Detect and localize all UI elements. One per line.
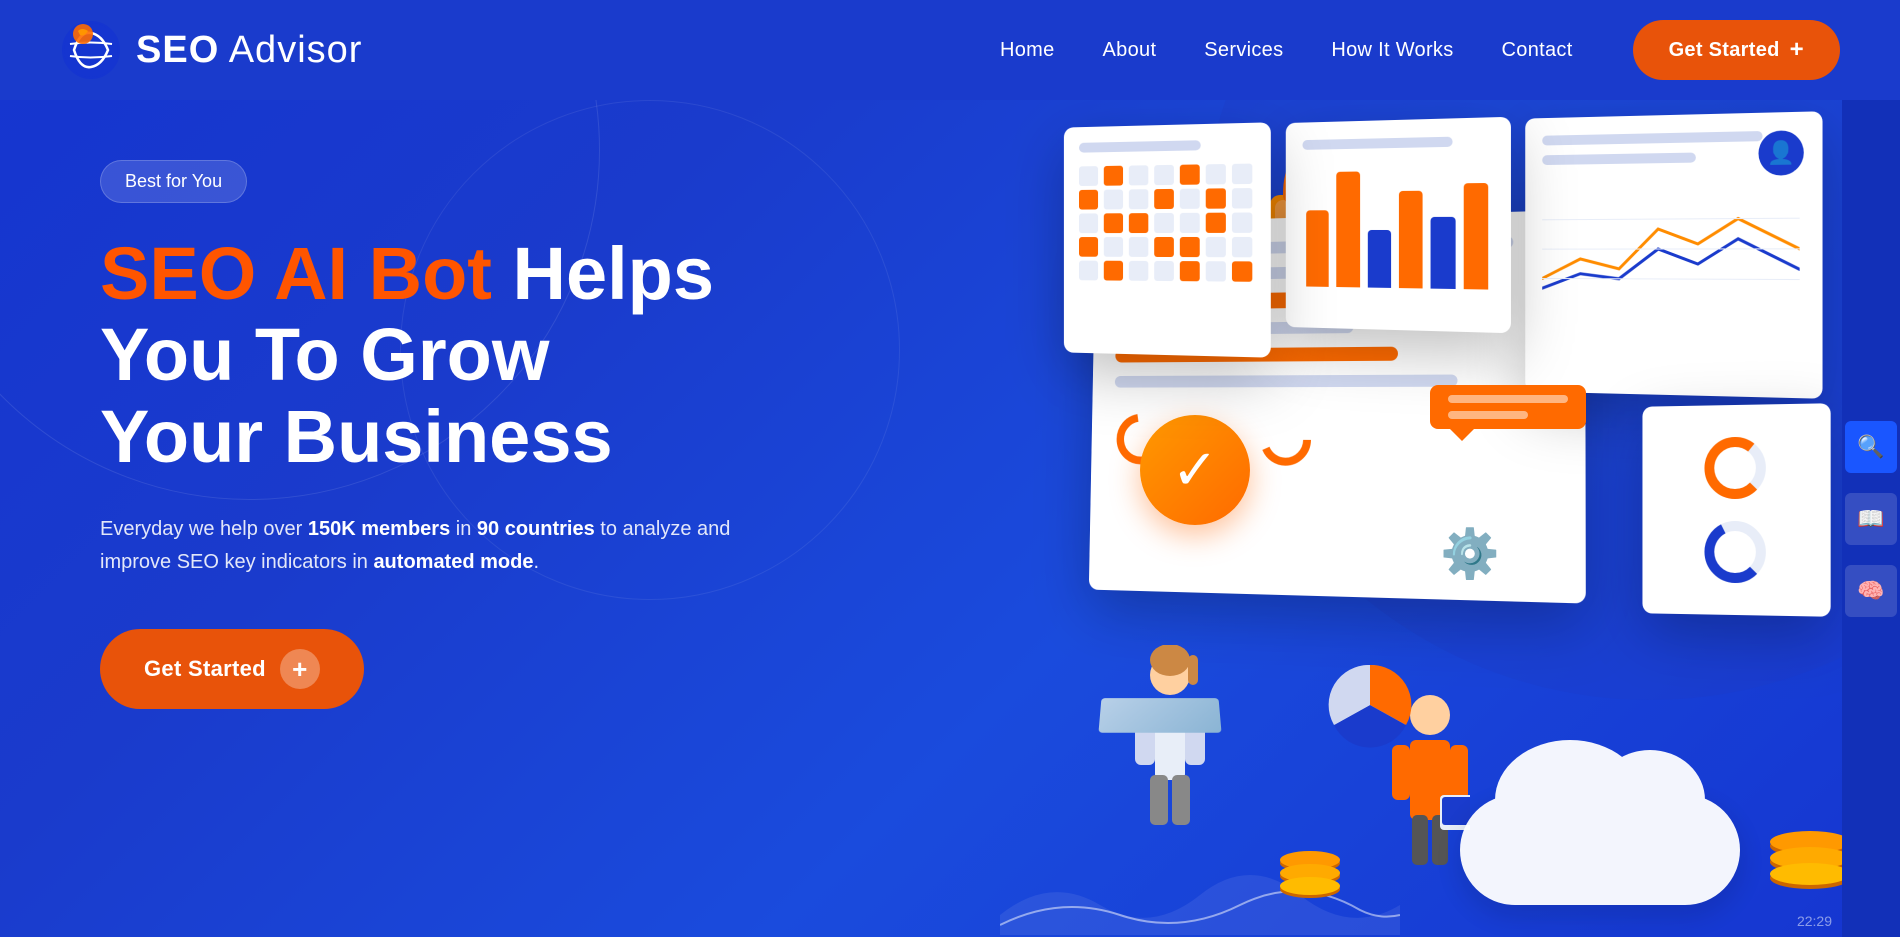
get-started-nav-button[interactable]: Get Started + — [1633, 20, 1840, 80]
brain-sidebar-button[interactable]: 🧠 — [1845, 565, 1897, 617]
hero-section: SEO Advisor Home About Services How It W… — [0, 0, 1900, 937]
get-started-hero-button[interactable]: Get Started + — [100, 629, 364, 709]
timestamp: 22:29 — [1797, 913, 1832, 929]
hero-illustration: ✓ 👤 — [1000, 95, 1900, 935]
book-sidebar-button[interactable]: 📖 — [1845, 493, 1897, 545]
nav-how-it-works[interactable]: How It Works — [1331, 39, 1453, 62]
donut-chart-1 — [1701, 433, 1770, 504]
coin-stack-2 — [1280, 851, 1340, 895]
platform-1 — [1098, 698, 1221, 733]
nav-about[interactable]: About — [1103, 39, 1157, 62]
wave-decoration — [1000, 855, 1400, 935]
hero-subtext: Everyday we help over 150K members in 90… — [100, 513, 780, 579]
hero-badge: Best for You — [100, 160, 247, 203]
nav-home[interactable]: Home — [1000, 39, 1055, 62]
chart-panel: 👤 — [1525, 111, 1822, 399]
cloud-shape — [1460, 795, 1740, 905]
speech-bubble — [1430, 385, 1586, 429]
logo-text: SEO Advisor — [136, 29, 362, 72]
line-chart-svg — [1542, 187, 1799, 310]
pie-chart-icon — [1320, 655, 1420, 755]
right-sidebar: 🔍 📖 🧠 — [1842, 100, 1900, 937]
gear-icon: ⚙️ — [1440, 525, 1500, 582]
circle-plus-icon: + — [280, 649, 320, 689]
logo-icon — [60, 19, 122, 81]
plus-icon: + — [1790, 36, 1804, 64]
hero-content: Best for You SEO AI Bot HelpsYou To Grow… — [100, 160, 780, 709]
donut-chart-2 — [1701, 517, 1770, 588]
nav-contact[interactable]: Contact — [1502, 39, 1573, 62]
nav-services[interactable]: Services — [1204, 39, 1283, 62]
person-female-icon — [1130, 645, 1210, 845]
search-sidebar-button[interactable]: 🔍 — [1845, 421, 1897, 473]
calendar-panel — [1064, 122, 1271, 357]
nav-links: Home About Services How It Works Contact — [1000, 39, 1573, 62]
coin-stack-1 — [1770, 831, 1850, 885]
check-bubble: ✓ — [1140, 415, 1250, 525]
bar-chart-panel — [1286, 117, 1511, 333]
navbar: SEO Advisor Home About Services How It W… — [0, 0, 1900, 100]
donut-panel — [1642, 403, 1830, 617]
hero-headline: SEO AI Bot HelpsYou To GrowYour Business — [100, 233, 780, 477]
logo[interactable]: SEO Advisor — [60, 19, 362, 81]
